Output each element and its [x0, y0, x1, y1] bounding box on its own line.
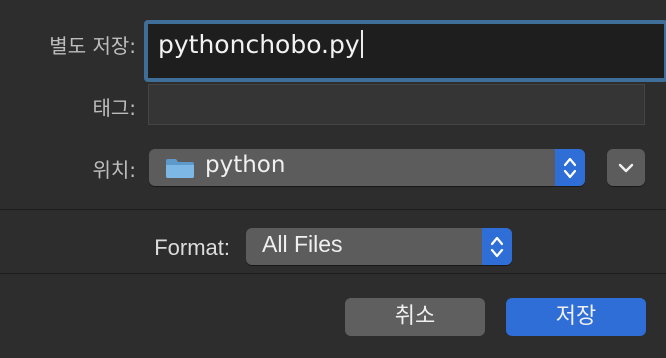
where-label: 위치: — [92, 158, 136, 182]
format-value: All Files — [262, 231, 343, 257]
where-value: python — [205, 152, 286, 178]
chevron-down-icon — [618, 163, 634, 172]
save-button[interactable]: 저장 — [506, 298, 646, 336]
folder-icon — [165, 157, 195, 183]
where-stepper[interactable] — [555, 149, 585, 186]
format-popup[interactable]: All Files — [246, 228, 512, 265]
expand-button[interactable] — [607, 149, 645, 186]
updown-stepper-icon — [563, 157, 577, 178]
where-popup[interactable]: python — [149, 149, 585, 186]
updown-stepper-icon — [490, 236, 504, 257]
save-as-label: 별도 저장: — [49, 34, 136, 58]
format-label: Format: — [154, 235, 230, 260]
cancel-button[interactable]: 취소 — [345, 298, 485, 336]
tags-field[interactable] — [148, 84, 645, 125]
text-caret — [360, 30, 363, 58]
divider — [0, 209, 666, 210]
divider — [0, 273, 666, 274]
tags-label: 태그: — [92, 96, 136, 120]
save-as-value: pythonchobo.py — [158, 30, 360, 59]
save-as-field[interactable]: pythonchobo.py — [144, 20, 666, 82]
format-stepper[interactable] — [482, 228, 512, 265]
